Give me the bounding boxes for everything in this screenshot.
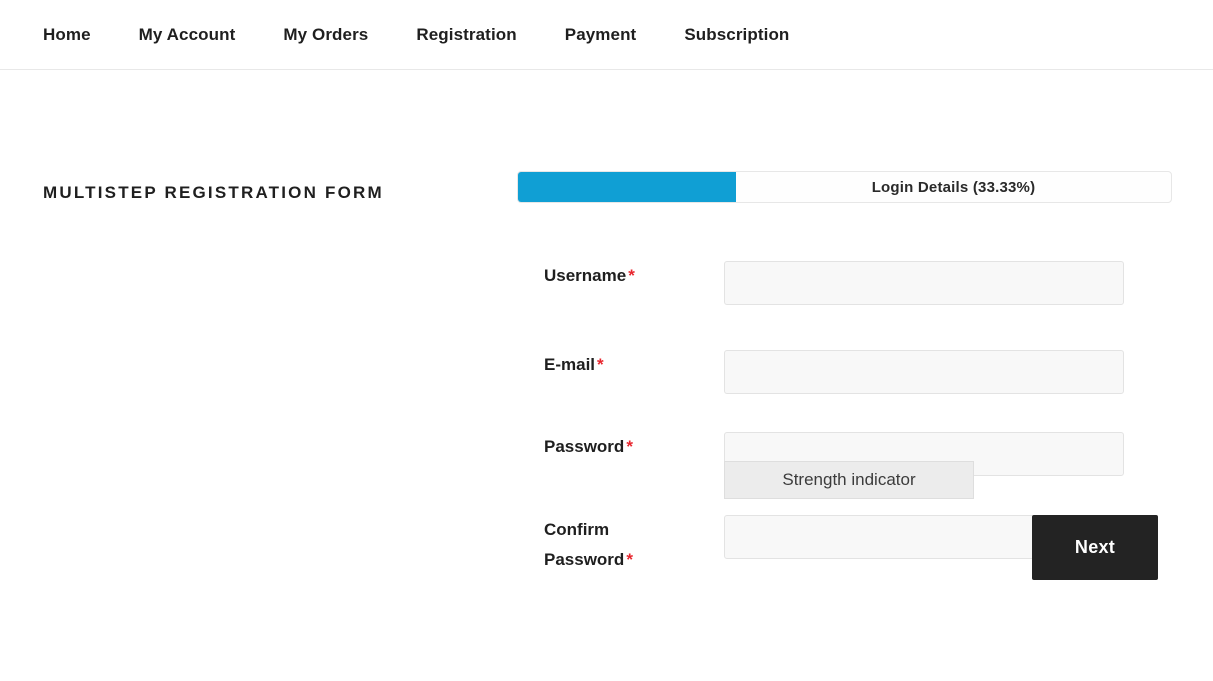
password-strength-indicator: Strength indicator xyxy=(724,461,974,499)
progress-bar-fill xyxy=(518,172,736,202)
page-body: MULTISTEP REGISTRATION FORM Login Detail… xyxy=(0,70,1213,681)
password-label: Password * xyxy=(544,432,714,462)
progress-bar-label: Login Details (33.33%) xyxy=(871,178,1036,196)
form-row-username: Username * xyxy=(0,261,1213,309)
username-input[interactable] xyxy=(724,261,1124,305)
nav-item-my-orders[interactable]: My Orders xyxy=(283,20,368,49)
confirm-password-label: Confirm Password * xyxy=(544,515,684,575)
form-row-password: Password * xyxy=(0,432,1213,480)
nav-item-my-account[interactable]: My Account xyxy=(139,20,236,49)
next-button[interactable]: Next xyxy=(1032,515,1158,580)
email-required-asterisk: * xyxy=(597,355,604,374)
form-row-email: E-mail * xyxy=(0,350,1213,398)
nav-item-payment[interactable]: Payment xyxy=(565,20,637,49)
email-label-text: E-mail xyxy=(544,355,596,374)
username-label-text: Username xyxy=(544,266,627,285)
password-label-text: Password xyxy=(544,437,625,456)
email-input[interactable] xyxy=(724,350,1124,394)
password-required-asterisk: * xyxy=(626,437,633,456)
nav-item-registration[interactable]: Registration xyxy=(416,20,516,49)
confirm-password-required-asterisk: * xyxy=(626,550,633,569)
email-label: E-mail * xyxy=(544,350,714,380)
nav-item-home[interactable]: Home xyxy=(43,20,91,49)
page-title: MULTISTEP REGISTRATION FORM xyxy=(43,183,384,203)
nav-item-subscription[interactable]: Subscription xyxy=(684,20,789,49)
site-header: Home My Account My Orders Registration P… xyxy=(0,0,1213,70)
confirm-password-label-text: Confirm Password xyxy=(544,520,625,569)
username-required-asterisk: * xyxy=(628,266,635,285)
progress-bar: Login Details (33.33%) xyxy=(517,171,1172,203)
main-navigation: Home My Account My Orders Registration P… xyxy=(0,0,1213,69)
username-label: Username * xyxy=(544,261,714,291)
